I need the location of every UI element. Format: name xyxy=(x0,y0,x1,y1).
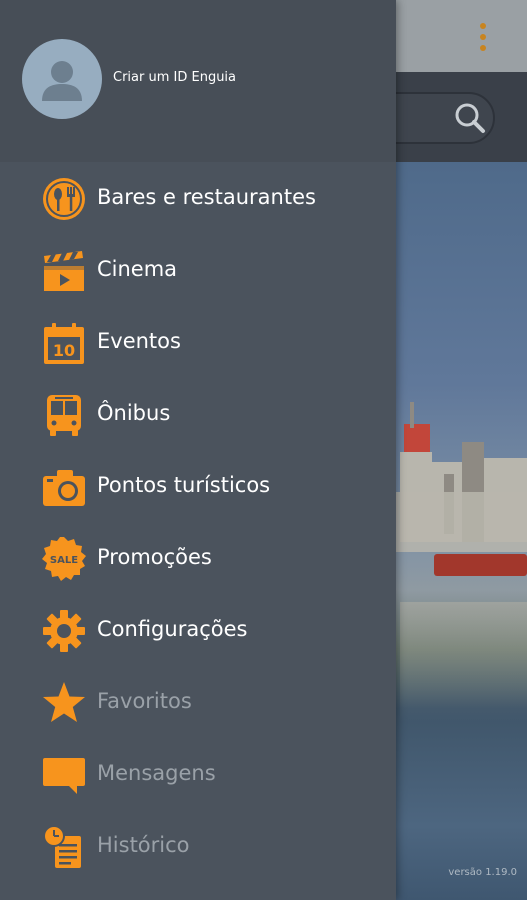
menu-item-label: Mensagens xyxy=(97,761,216,785)
menu-item-label: Favoritos xyxy=(97,689,192,713)
menu-item-configuracoes[interactable]: Configurações xyxy=(0,594,396,666)
camera-icon xyxy=(41,464,87,510)
menu-item-onibus[interactable]: Ônibus xyxy=(0,378,396,450)
menu-item-label: Ônibus xyxy=(97,401,171,425)
sale-badge-icon: SALE xyxy=(41,536,87,582)
menu-item-bares-restaurantes[interactable]: Bares e restaurantes xyxy=(0,162,396,234)
drawer-header: Criar um ID Enguia xyxy=(0,0,396,162)
calendar-icon: 10 xyxy=(41,320,87,366)
menu-item-label: Promoções xyxy=(97,545,212,569)
version-label: versão 1.19.0 xyxy=(448,867,517,878)
menu-item-cinema[interactable]: Cinema xyxy=(0,234,396,306)
menu-item-favoritos[interactable]: Favoritos xyxy=(0,666,396,738)
menu-item-label: Eventos xyxy=(97,329,181,353)
clapperboard-icon xyxy=(41,248,87,294)
history-icon xyxy=(41,824,87,870)
gear-icon xyxy=(41,608,87,654)
menu-item-historico[interactable]: Histórico xyxy=(0,810,396,882)
menu-item-pontos-turisticos[interactable]: Pontos turísticos xyxy=(0,450,396,522)
menu-item-promocoes[interactable]: SALE Promoções xyxy=(0,522,396,594)
menu-item-label: Cinema xyxy=(97,257,178,281)
drawer-menu: Bares e restaurantes Cinema 10 Eventos Ô… xyxy=(0,162,396,882)
menu-item-eventos[interactable]: 10 Eventos xyxy=(0,306,396,378)
menu-item-label: Bares e restaurantes xyxy=(97,185,316,209)
menu-item-mensagens[interactable]: Mensagens xyxy=(0,738,396,810)
person-icon xyxy=(42,61,82,101)
star-icon xyxy=(41,680,87,726)
sale-badge-text: SALE xyxy=(50,555,78,566)
more-vert-icon[interactable] xyxy=(470,14,496,60)
restaurant-icon xyxy=(41,176,87,222)
bus-icon xyxy=(41,392,87,438)
navigation-drawer: Criar um ID Enguia Bares e restaurantes xyxy=(0,0,396,900)
menu-item-label: Pontos turísticos xyxy=(97,473,271,497)
search-icon[interactable] xyxy=(452,100,488,136)
message-icon xyxy=(41,752,87,798)
calendar-icon-text: 10 xyxy=(53,341,75,360)
menu-item-label: Configurações xyxy=(97,617,248,641)
avatar[interactable] xyxy=(22,39,102,119)
create-account-link[interactable]: Criar um ID Enguia xyxy=(113,70,236,85)
menu-item-label: Histórico xyxy=(97,833,190,857)
